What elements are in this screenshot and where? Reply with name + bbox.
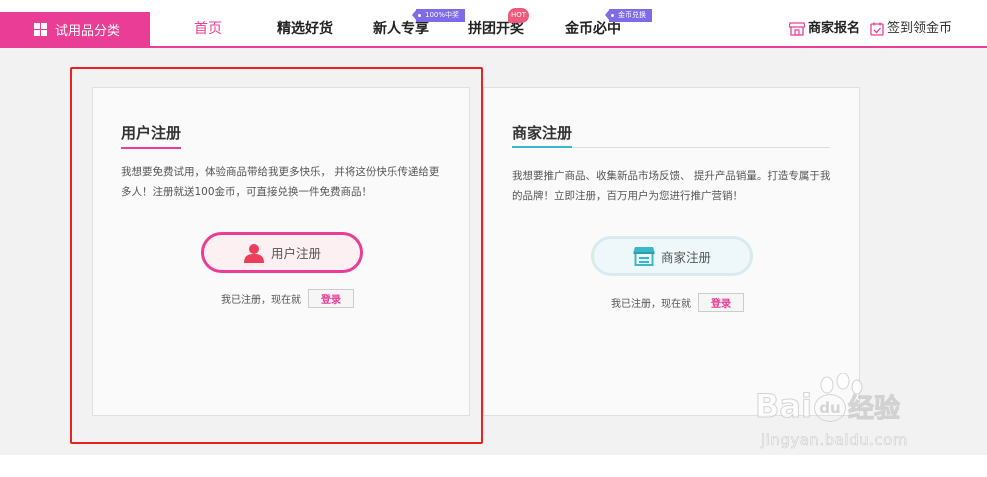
user-icon [243, 243, 264, 263]
checkin-link[interactable]: 签到领金币 [870, 12, 952, 46]
merchant-signup-label: 商家报名 [808, 21, 861, 36]
nav-item-home[interactable]: 首页 [194, 12, 222, 46]
merchant-card-title-row: 商家注册 [512, 122, 830, 148]
merchant-login-row: 我已注册，现在就 登录 [611, 293, 744, 312]
newcomer-tag-badge: 100%中奖 [411, 9, 466, 22]
category-menu-label: 试用品分类 [55, 23, 121, 39]
user-login-row: 我已注册，现在就 登录 [221, 289, 354, 308]
checkin-label: 签到领金币 [887, 21, 953, 36]
merchant-card-description: 我想要推广商品、收集新品市场反馈、 提升产品销量。打造专属于我的品牌！立即注册，… [512, 170, 831, 202]
grid-icon [34, 22, 47, 36]
merchant-signup-link[interactable]: 商家报名 [789, 12, 860, 46]
watermark-logo: Bai du 经验 [755, 387, 901, 426]
nav-item-featured[interactable]: 精选好货 [277, 12, 333, 46]
hot-badge: HOT [508, 8, 529, 23]
user-register-button[interactable]: 用户注册 [201, 232, 363, 273]
merchant-register-button-label: 商家注册 [660, 249, 711, 265]
merchant-login-prompt: 我已注册，现在就 [611, 299, 691, 310]
merchant-register-card: 商家注册 我想要推广商品、收集新品市场反馈、 提升产品销量。打造专属于我的品牌！… [483, 87, 860, 416]
merchant-card-title: 商家注册 [512, 122, 573, 148]
user-card-description: 我想要免费试用，体验商品带给我更多快乐， 并将这份快乐传递给更多人！注册就送10… [121, 166, 440, 198]
user-register-card: 用户注册 我想要免费试用，体验商品带给我更多快乐， 并将这份快乐传递给更多人！注… [92, 87, 470, 416]
storefront-icon [633, 247, 655, 266]
merchant-login-button[interactable]: 登录 [698, 293, 744, 312]
watermark: Bai du 经验 jingyan.baidu.com [755, 373, 945, 463]
category-menu-button[interactable]: 试用品分类 [0, 12, 150, 46]
calendar-check-icon [870, 22, 884, 36]
user-login-prompt: 我已注册，现在就 [221, 295, 301, 306]
coin-tag-badge: 金币兑换 [605, 9, 652, 22]
user-register-button-label: 用户注册 [270, 246, 321, 261]
storefront-icon [789, 22, 805, 36]
user-login-button[interactable]: 登录 [308, 289, 354, 308]
merchant-register-button[interactable]: 商家注册 [591, 236, 753, 276]
watermark-url: jingyan.baidu.com [761, 431, 908, 450]
top-nav-bar: 试用品分类 首页 精选好货 新人专享 拼团开奖 金币必中 100%中奖 HOT … [0, 8, 987, 48]
user-card-title: 用户注册 [121, 122, 182, 149]
